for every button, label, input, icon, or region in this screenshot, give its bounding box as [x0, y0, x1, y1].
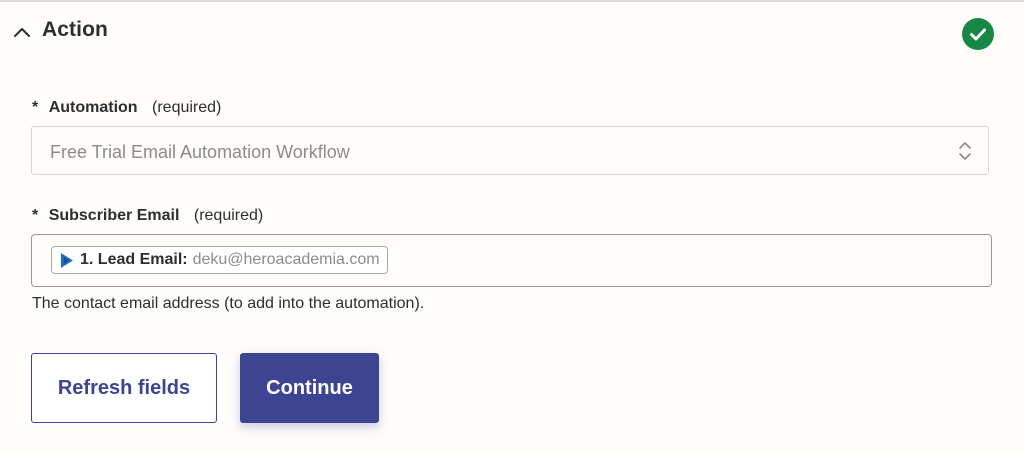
- check-circle-icon: [962, 18, 994, 50]
- automation-label: * Automation (required): [32, 99, 221, 117]
- automation-select[interactable]: Free Trial Email Automation Workflow: [31, 126, 989, 175]
- subscriber-email-help-text: The contact email address (to add into t…: [32, 295, 425, 312]
- token-value: deku@heroacademia.com: [192, 251, 380, 268]
- action-section-header[interactable]: Action: [0, 2, 1024, 64]
- app-logo-icon: [58, 252, 75, 269]
- automation-label-text: Automation: [48, 99, 138, 116]
- required-note: (required): [152, 99, 222, 116]
- token-label: 1. Lead Email:: [80, 251, 188, 268]
- subscriber-email-field[interactable]: 1. Lead Email: deku@heroacademia.com: [31, 234, 992, 287]
- required-asterisk: *: [32, 99, 39, 116]
- required-asterisk: *: [32, 207, 39, 224]
- required-note: (required): [193, 207, 264, 224]
- automation-select-value: Free Trial Email Automation Workflow: [50, 142, 350, 162]
- lead-email-token[interactable]: 1. Lead Email: deku@heroacademia.com: [51, 246, 388, 274]
- select-arrows-icon: [958, 140, 972, 162]
- chevron-up-icon[interactable]: [12, 24, 32, 40]
- subscriber-email-label: * Subscriber Email (required): [32, 207, 263, 225]
- continue-button[interactable]: Continue: [240, 353, 379, 423]
- section-title: Action: [42, 18, 108, 41]
- subscriber-email-label-text: Subscriber Email: [48, 207, 180, 224]
- refresh-fields-button[interactable]: Refresh fields: [31, 353, 217, 423]
